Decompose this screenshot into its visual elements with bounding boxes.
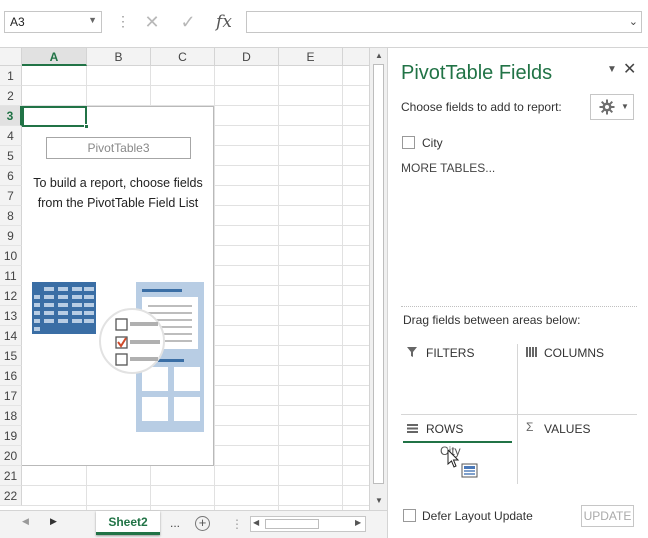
grip-icon[interactable]: ⋮ bbox=[116, 13, 130, 30]
field-checkbox[interactable] bbox=[402, 136, 415, 149]
cancel-icon[interactable]: ✕ bbox=[138, 10, 166, 34]
name-box-value: A3 bbox=[10, 15, 25, 29]
row-header-14[interactable]: 14 bbox=[0, 326, 22, 346]
fill-handle[interactable] bbox=[84, 124, 89, 129]
scroll-thumb[interactable] bbox=[265, 519, 319, 529]
worksheet-grid[interactable]: A B C D E 1 2 3 4 5 6 7 8 9 10 11 12 13 14 15 16 17 18 19 2… bbox=[0, 48, 369, 510]
row-header-10[interactable]: 10 bbox=[0, 246, 22, 266]
update-button[interactable]: UPDATE bbox=[581, 505, 634, 527]
scroll-left-icon[interactable]: ◀ bbox=[253, 518, 259, 527]
pivot-fields-pane: PivotTable Fields ▼ ✕ Choose fields to a… bbox=[387, 48, 648, 538]
row-header-18[interactable]: 18 bbox=[0, 406, 22, 426]
row-header-11[interactable]: 11 bbox=[0, 266, 22, 286]
scroll-thumb[interactable] bbox=[373, 64, 384, 484]
row-header-2[interactable]: 2 bbox=[0, 86, 22, 106]
grid-line bbox=[22, 505, 369, 506]
pivot-table-placeholder[interactable]: PivotTable3 To build a report, choose fi… bbox=[22, 106, 214, 466]
row-header-21[interactable]: 21 bbox=[0, 466, 22, 486]
scroll-right-icon[interactable]: ▶ bbox=[355, 518, 361, 527]
column-header-c[interactable]: C bbox=[151, 48, 215, 66]
pane-splitter[interactable] bbox=[401, 306, 637, 307]
field-label: City bbox=[422, 136, 443, 150]
pivot-table-name: PivotTable3 bbox=[46, 137, 191, 159]
column-header-d[interactable]: D bbox=[215, 48, 279, 66]
chevron-down-icon[interactable]: ▼ bbox=[88, 15, 97, 25]
row-header-5[interactable]: 5 bbox=[0, 146, 22, 166]
choose-fields-label: Choose fields to add to report: bbox=[401, 100, 562, 114]
row-header-13[interactable]: 13 bbox=[0, 306, 22, 326]
grid-line bbox=[22, 85, 369, 86]
chevron-down-icon: ▼ bbox=[621, 102, 629, 111]
drop-indicator bbox=[403, 441, 512, 443]
row-header-7[interactable]: 7 bbox=[0, 186, 22, 206]
row-header-20[interactable]: 20 bbox=[0, 446, 22, 466]
grid-line bbox=[342, 66, 343, 510]
grid-line bbox=[22, 485, 369, 486]
area-divider bbox=[401, 414, 637, 415]
tools-button[interactable]: ▼ bbox=[590, 94, 634, 120]
rows-icon bbox=[407, 424, 418, 433]
filters-area[interactable]: FILTERS bbox=[401, 344, 517, 414]
columns-label: COLUMNS bbox=[544, 346, 605, 360]
filters-label: FILTERS bbox=[426, 346, 475, 360]
tab-prev-icon[interactable]: ◀ bbox=[22, 516, 29, 527]
defer-layout-label: Defer Layout Update bbox=[422, 509, 533, 523]
gear-icon bbox=[599, 99, 615, 115]
expand-formula-icon[interactable]: ⌄ bbox=[629, 15, 638, 28]
rows-label: ROWS bbox=[426, 422, 464, 436]
row-header-6[interactable]: 6 bbox=[0, 166, 22, 186]
name-box[interactable]: A3 ▼ bbox=[4, 11, 102, 33]
enter-icon[interactable]: ✓ bbox=[174, 10, 202, 34]
column-header-e[interactable]: E bbox=[279, 48, 343, 66]
grid-line bbox=[278, 66, 279, 510]
column-header-b[interactable]: B bbox=[87, 48, 151, 66]
drag-fields-label: Drag fields between areas below: bbox=[403, 313, 581, 327]
columns-icon bbox=[526, 347, 537, 357]
tab-sheet2[interactable]: Sheet2 bbox=[96, 511, 160, 535]
row-header-12[interactable]: 12 bbox=[0, 286, 22, 306]
row-header-9[interactable]: 9 bbox=[0, 226, 22, 246]
row-header-15[interactable]: 15 bbox=[0, 346, 22, 366]
column-header-a[interactable]: A bbox=[22, 48, 87, 66]
column-header-f[interactable] bbox=[343, 48, 369, 66]
pane-title: PivotTable Fields bbox=[401, 62, 553, 84]
more-tables-link[interactable]: MORE TABLES... bbox=[401, 161, 495, 175]
more-sheets-button[interactable]: ... bbox=[170, 516, 180, 530]
add-sheet-icon[interactable]: + bbox=[195, 516, 210, 531]
scroll-down-icon[interactable]: ▼ bbox=[371, 494, 387, 508]
close-icon[interactable]: ✕ bbox=[623, 59, 636, 79]
row-header-16[interactable]: 16 bbox=[0, 366, 22, 386]
row-header-3[interactable]: 3 bbox=[0, 106, 22, 126]
task-pane-options-icon[interactable]: ▼ bbox=[607, 64, 617, 75]
insert-function-icon[interactable]: fx bbox=[210, 10, 238, 34]
sheet-tab-bar: ◀ ▶ Sheet2 ... + ⋮ ◀ ▶ bbox=[0, 510, 387, 538]
row-header-22[interactable]: 22 bbox=[0, 486, 22, 506]
active-cell[interactable] bbox=[22, 106, 89, 129]
horizontal-scrollbar[interactable]: ◀ ▶ bbox=[250, 516, 366, 532]
formula-bar: A3 ▼ ⋮ ✕ ✓ fx ⌄ bbox=[0, 0, 648, 48]
tab-next-icon[interactable]: ▶ bbox=[50, 516, 57, 527]
defer-checkbox[interactable] bbox=[403, 509, 416, 522]
pivot-illustration-icon bbox=[32, 282, 204, 432]
values-area[interactable]: Σ VALUES bbox=[518, 415, 637, 485]
row-header-1[interactable]: 1 bbox=[0, 66, 22, 86]
field-list[interactable]: City bbox=[401, 130, 637, 306]
sum-icon: Σ bbox=[526, 420, 534, 434]
row-header-4[interactable]: 4 bbox=[0, 126, 22, 146]
formula-input[interactable]: ⌄ bbox=[246, 11, 642, 33]
columns-area[interactable]: COLUMNS bbox=[518, 344, 637, 414]
grid-line bbox=[214, 66, 215, 510]
pivot-instructions: To build a report, choose fields from th… bbox=[33, 176, 203, 210]
filter-icon bbox=[407, 347, 417, 357]
select-all-corner[interactable] bbox=[0, 48, 22, 66]
drag-cursor-icon bbox=[447, 449, 478, 478]
grip-icon[interactable]: ⋮ bbox=[231, 517, 243, 531]
values-label: VALUES bbox=[544, 422, 591, 436]
row-header-8[interactable]: 8 bbox=[0, 206, 22, 226]
scroll-up-icon[interactable]: ▲ bbox=[371, 49, 387, 63]
row-header-17[interactable]: 17 bbox=[0, 386, 22, 406]
vertical-scrollbar[interactable]: ▲ ▼ bbox=[369, 48, 387, 510]
row-header-19[interactable]: 19 bbox=[0, 426, 22, 446]
